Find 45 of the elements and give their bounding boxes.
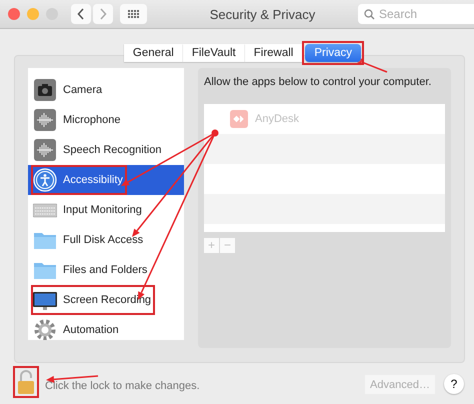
lock-icon[interactable] [17,369,35,395]
sidebar-item[interactable]: Microphone [28,105,184,135]
app-name: AnyDesk [255,113,300,125]
sidebar-item[interactable]: Automation [28,315,184,340]
waveform-icon [33,108,57,132]
minimize-button[interactable] [27,8,39,20]
item-label: Automation [63,324,119,336]
sidebar-item[interactable]: Files and Folders [28,255,184,285]
sidebar-item[interactable]: Full Disk Access [28,225,184,255]
window-title: Security & Privacy [208,6,316,22]
sidebar-item[interactable]: Camera [28,75,184,105]
tab[interactable]: General [124,44,183,62]
camera-icon [33,78,57,102]
annotation-dot [212,130,218,136]
sidebar-item[interactable]: Input Monitoring [28,195,184,225]
chevron-right-icon [99,8,107,20]
description-text: Allow the apps below to control your computer. [204,76,432,88]
grid-icon [128,10,140,18]
sidebar-item[interactable]: Speech Recognition [28,135,184,165]
search-icon [364,9,375,20]
lock-hint: Click the lock to make changes. [45,380,200,392]
close-button[interactable] [8,8,20,20]
back-button[interactable] [71,4,91,24]
app-icon [230,110,248,128]
tab[interactable]: FileVault [182,44,245,62]
item-label: Camera [63,84,102,96]
tab[interactable]: Privacy [305,44,362,62]
item-label: Screen Recording [63,294,152,306]
item-label: Input Monitoring [63,204,142,216]
help-button[interactable]: ? [444,374,464,394]
annotation-arrow [354,58,388,73]
item-label: Accessibility [63,174,123,186]
search-field[interactable]: Search [358,4,474,24]
item-label: Full Disk Access [63,234,144,246]
tab[interactable]: Firewall [244,44,302,62]
annotation-arrow [46,375,98,383]
accessibility-icon [33,168,57,192]
sidebar-item[interactable]: Accessibility [28,165,184,195]
show-all-button[interactable] [120,4,147,24]
sidebar-item[interactable]: Screen Recording [28,285,184,315]
item-label: Speech Recognition [63,144,162,156]
waveform-icon [33,138,57,162]
chevron-left-icon [77,8,85,20]
item-label: Files and Folders [63,264,148,276]
item-label: Microphone [63,114,120,126]
